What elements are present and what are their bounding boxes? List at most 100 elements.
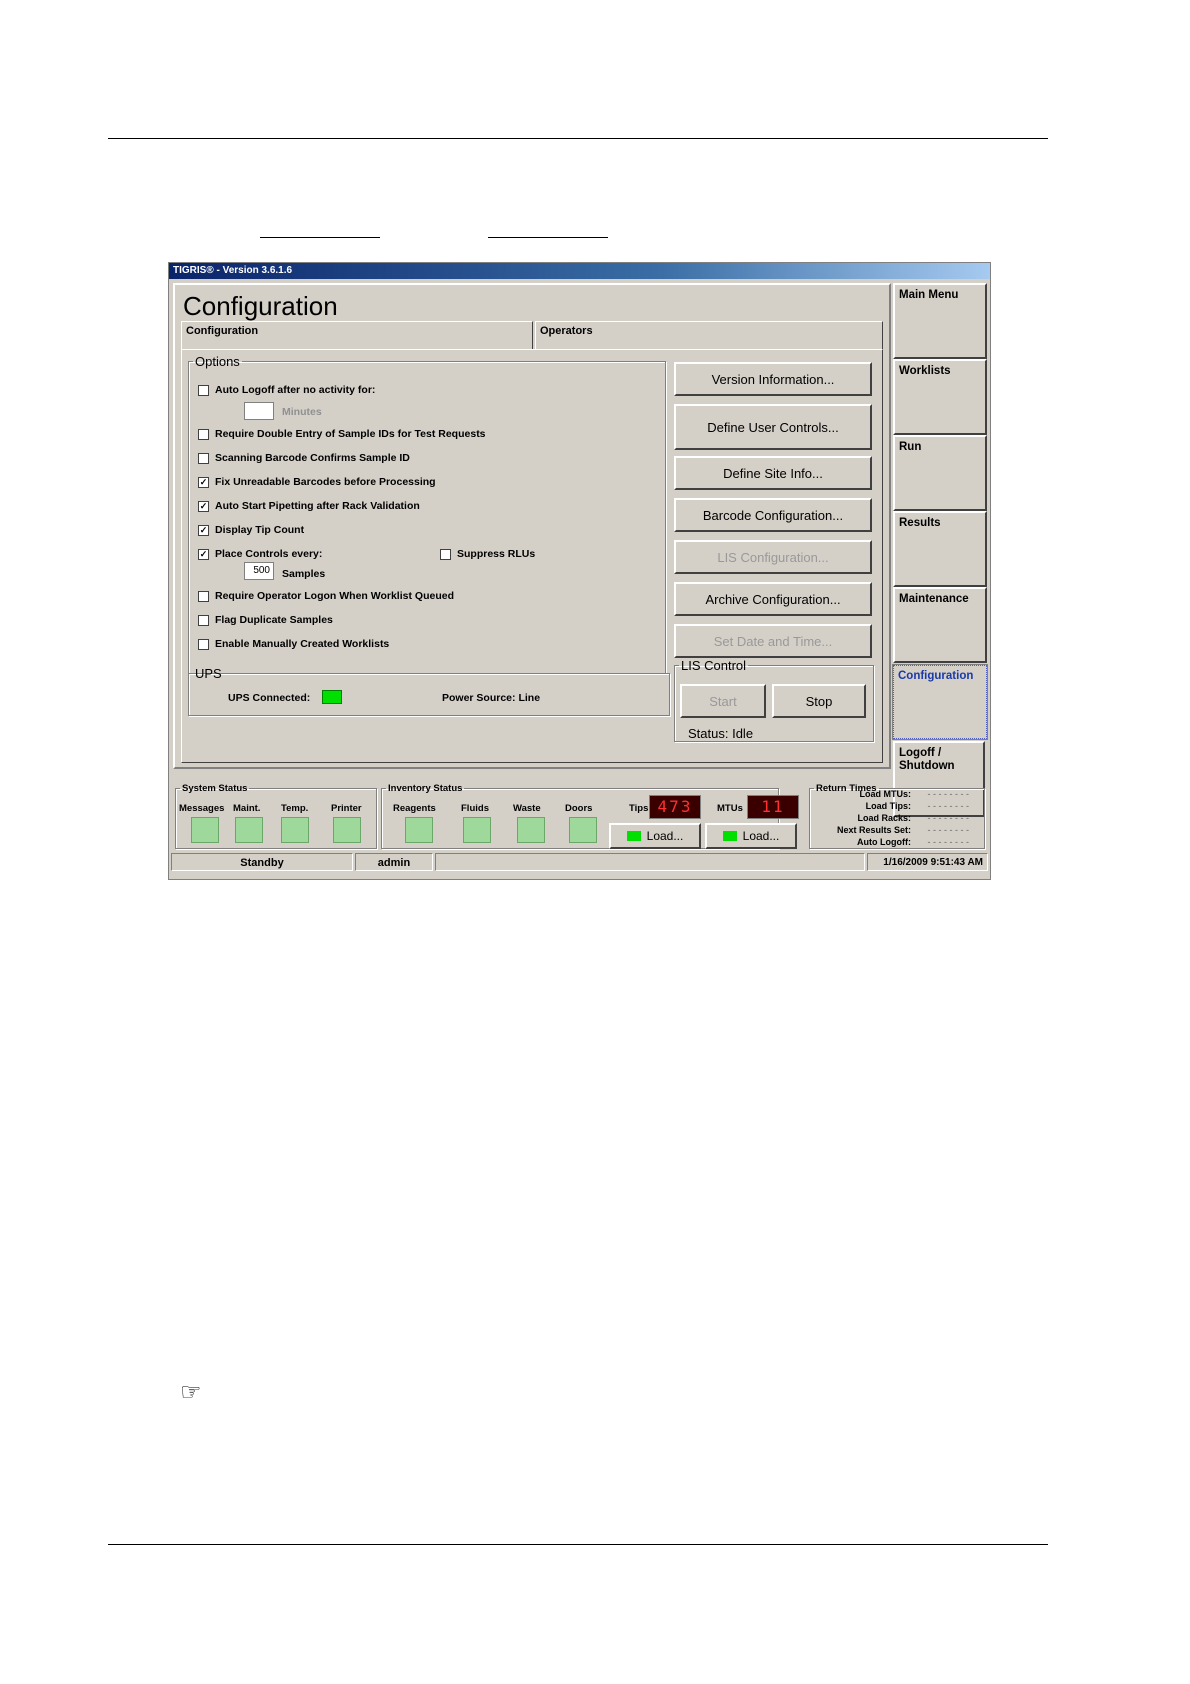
printer-label: Printer (331, 803, 362, 814)
lis-start-button[interactable]: Start (680, 684, 766, 718)
set-date-time-button[interactable]: Set Date and Time... (674, 624, 872, 658)
ups-group: UPS (188, 666, 670, 716)
scan-confirms-label: Scanning Barcode Confirms Sample ID (215, 452, 410, 464)
load-tips-button[interactable]: Load... (609, 823, 701, 849)
maintenance-wrench-icon[interactable] (235, 817, 263, 843)
suppress-rlus-checkbox[interactable] (440, 548, 451, 560)
flag-duplicate-label: Flag Duplicate Samples (215, 614, 333, 626)
place-controls-option[interactable]: ✓ Place Controls every: (198, 548, 322, 560)
load-mtus-button[interactable]: Load... (705, 823, 797, 849)
nav-configuration[interactable]: Configuration (892, 664, 988, 740)
options-legend: Options (195, 354, 240, 369)
lis-control-legend: LIS Control (681, 658, 747, 673)
samples-unit-label: Samples (282, 568, 326, 580)
place-controls-checkbox[interactable]: ✓ (198, 548, 209, 560)
lis-configuration-button[interactable]: LIS Configuration... (674, 540, 872, 574)
scan-confirms-checkbox[interactable] (198, 452, 209, 464)
manual-worklists-label: Enable Manually Created Worklists (215, 638, 390, 650)
reagents-flask-icon[interactable] (405, 817, 433, 843)
ups-connected-label: UPS Connected: (228, 692, 311, 704)
barcode-configuration-button[interactable]: Barcode Configuration... (674, 498, 872, 532)
auto-logoff-checkbox[interactable] (198, 384, 209, 396)
fluids-drop-icon[interactable] (463, 817, 491, 843)
ups-connected-indicator (322, 690, 342, 704)
auto-logoff-label: Auto Logoff after no activity for: (215, 384, 376, 396)
double-entry-label: Require Double Entry of Sample IDs for T… (215, 428, 486, 440)
tab-label: Operators (540, 325, 593, 337)
footer-rule (108, 1544, 1048, 1545)
printer-icon[interactable] (333, 817, 361, 843)
waste-bin-icon[interactable] (517, 817, 545, 843)
app-window: TIGRIS® - Version 3.6.1.6 Configuration … (168, 262, 991, 880)
return-load-racks: Load Racks: - - - - - - - - (857, 813, 969, 823)
tab-operators[interactable]: Operators (535, 321, 883, 349)
maint-label: Maint. (233, 803, 261, 814)
return-auto-logoff: Auto Logoff: - - - - - - - - (857, 837, 969, 847)
auto-logoff-minutes-input[interactable] (244, 402, 274, 420)
double-entry-option[interactable]: Require Double Entry of Sample IDs for T… (198, 428, 486, 440)
underline-1 (260, 237, 380, 238)
power-source-label: Power Source: (442, 692, 516, 704)
archive-configuration-button[interactable]: Archive Configuration... (674, 582, 872, 616)
place-controls-label: Place Controls every: (215, 548, 323, 560)
load-tips-indicator (626, 831, 641, 841)
version-information-button[interactable]: Version Information... (674, 362, 872, 396)
pointing-hand-icon: ☞ (180, 1379, 202, 1406)
auto-start-option[interactable]: ✓ Auto Start Pipetting after Rack Valida… (198, 500, 420, 512)
place-controls-samples-input[interactable]: 500 (244, 562, 274, 580)
flag-duplicate-checkbox[interactable] (198, 614, 209, 626)
lis-stop-button[interactable]: Stop (772, 684, 866, 718)
nav-run[interactable]: Run (893, 435, 987, 511)
fluids-label: Fluids (461, 803, 489, 814)
fix-unreadable-checkbox[interactable]: ✓ (198, 476, 209, 488)
messages-icon[interactable] (191, 817, 219, 843)
main-panel: Configuration Configuration Operators Op… (173, 283, 891, 769)
auto-logoff-option[interactable]: Auto Logoff after no activity for: (198, 384, 375, 396)
tip-count-option[interactable]: ✓ Display Tip Count (198, 524, 304, 536)
header-rule (108, 138, 1048, 139)
require-logon-option[interactable]: Require Operator Logon When Worklist Que… (198, 590, 454, 602)
require-logon-label: Require Operator Logon When Worklist Que… (215, 590, 454, 602)
flag-duplicate-option[interactable]: Flag Duplicate Samples (198, 614, 333, 626)
tab-configuration[interactable]: Configuration (181, 321, 533, 350)
suppress-rlus-label: Suppress RLUs (457, 548, 536, 560)
temperature-icon[interactable] (281, 817, 309, 843)
tip-count-checkbox[interactable]: ✓ (198, 524, 209, 536)
auto-start-checkbox[interactable]: ✓ (198, 500, 209, 512)
manual-worklists-checkbox[interactable] (198, 638, 209, 650)
suppress-rlus-option[interactable]: Suppress RLUs (440, 548, 535, 560)
system-status-legend: System Status (182, 783, 248, 794)
mtus-counter: 11 (747, 795, 799, 819)
define-site-info-button[interactable]: Define Site Info... (674, 456, 872, 490)
return-next-results: Next Results Set: - - - - - - - - (836, 825, 969, 835)
auto-start-label: Auto Start Pipetting after Rack Validati… (215, 500, 420, 512)
tips-counter: 473 (649, 795, 701, 819)
inventory-status-legend: Inventory Status (388, 783, 463, 794)
messages-label: Messages (179, 803, 225, 814)
nav-results[interactable]: Results (893, 511, 987, 587)
require-logon-checkbox[interactable] (198, 590, 209, 602)
nav-maintenance[interactable]: Maintenance (893, 587, 987, 663)
status-bar-user: admin (355, 853, 433, 871)
nav-main-menu[interactable]: Main Menu (893, 283, 987, 359)
minutes-unit-label: Minutes (282, 406, 322, 418)
tab-label: Configuration (186, 325, 259, 337)
manual-worklists-option[interactable]: Enable Manually Created Worklists (198, 638, 389, 650)
fix-unreadable-label: Fix Unreadable Barcodes before Processin… (215, 476, 436, 488)
window-title: TIGRIS® - Version 3.6.1.6 (169, 263, 990, 279)
nav-worklists[interactable]: Worklists (893, 359, 987, 435)
define-user-controls-button[interactable]: Define User Controls... (674, 404, 872, 450)
status-bar-datetime: 1/16/2009 9:51:43 AM (867, 853, 988, 871)
waste-label: Waste (513, 803, 541, 814)
power-source-value: Line (518, 692, 541, 704)
lis-status-value: Idle (732, 726, 754, 741)
return-load-mtus: Load MTUs: - - - - - - - - (859, 789, 970, 799)
scan-confirms-option[interactable]: Scanning Barcode Confirms Sample ID (198, 452, 410, 464)
page-title: Configuration (183, 291, 338, 321)
double-entry-checkbox[interactable] (198, 428, 209, 440)
return-load-tips: Load Tips: - - - - - - - - (865, 801, 969, 811)
status-bar-state: Standby (171, 853, 353, 871)
power-source: Power Source: Line (442, 692, 540, 704)
doors-icon[interactable] (569, 817, 597, 843)
fix-unreadable-option[interactable]: ✓ Fix Unreadable Barcodes before Process… (198, 476, 436, 488)
